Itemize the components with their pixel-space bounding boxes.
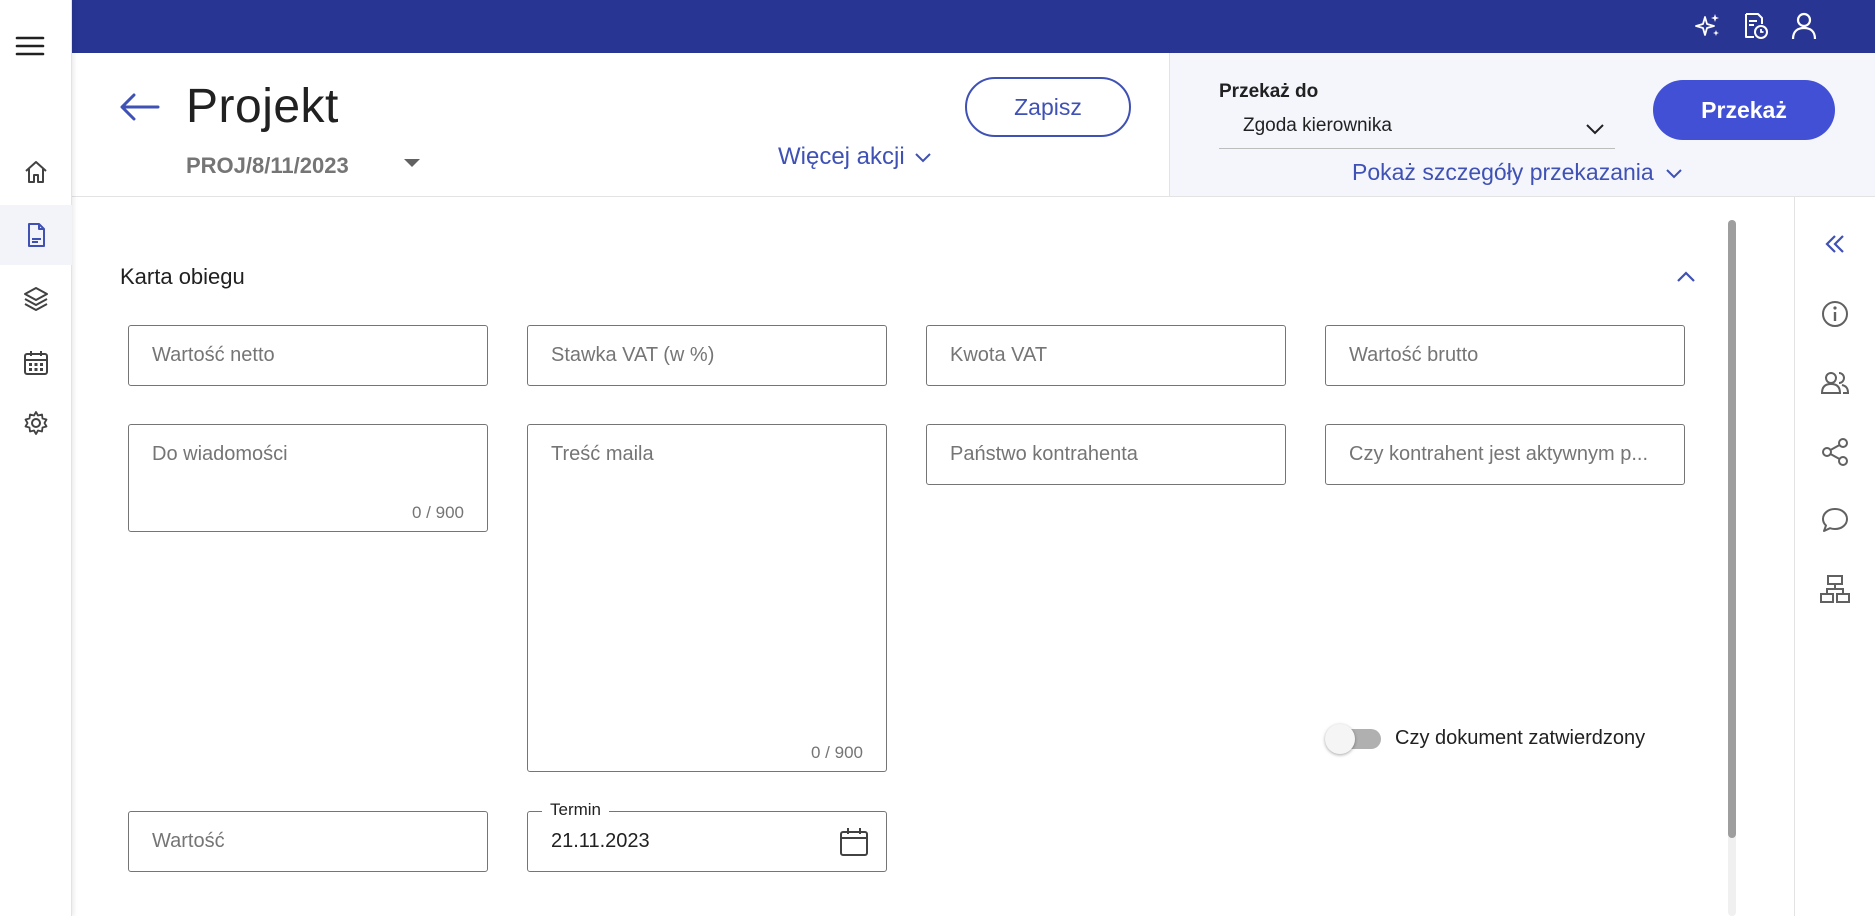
info-icon[interactable] (1815, 294, 1855, 334)
double-chevron-left-icon[interactable] (1815, 224, 1855, 264)
user-icon[interactable] (1786, 8, 1822, 44)
deadline-label: Termin (542, 800, 610, 820)
form-content: Karta obiegu Wartość netto Stawka VAT (w… (72, 197, 1794, 916)
more-actions-button[interactable]: Więcej akcji (778, 143, 933, 171)
nav-item-settings[interactable] (0, 393, 72, 453)
forward-to-value: Zgoda kierownika (1243, 115, 1392, 136)
more-actions-label: Więcej akcji (778, 143, 905, 170)
calendar-icon[interactable] (838, 826, 870, 858)
document-clock-icon[interactable] (1737, 8, 1773, 44)
cc-placeholder: Do wiadomości (152, 443, 288, 465)
value-field[interactable]: Wartość (128, 811, 488, 872)
nav-item-documents[interactable] (0, 205, 72, 265)
vat-rate-field[interactable]: Stawka VAT (w %) (527, 325, 887, 386)
nav-item-layers[interactable] (0, 268, 72, 328)
sitemap-icon[interactable] (1815, 569, 1855, 609)
menu-icon[interactable] (14, 30, 46, 62)
show-forward-details-link[interactable]: Pokaż szczegóły przekazania (1352, 159, 1684, 186)
settings-icon (24, 411, 48, 435)
net-value-placeholder: Wartość netto (152, 344, 275, 366)
document-number: PROJ/8/11/2023 (186, 153, 349, 178)
net-value-field[interactable]: Wartość netto (128, 325, 488, 386)
forward-panel: Przekaż do Zgoda kierownika Przekaż Poka… (1169, 53, 1875, 197)
nav-item-calendar[interactable] (0, 333, 72, 393)
chevron-down-icon (914, 153, 931, 163)
back-arrow-icon[interactable] (116, 87, 164, 127)
left-navigation (0, 0, 72, 916)
scrollbar-thumb[interactable] (1728, 220, 1736, 838)
right-rail (1794, 197, 1875, 916)
share-icon[interactable] (1815, 432, 1855, 472)
sparkle-icon[interactable] (1690, 8, 1726, 44)
forward-to-select[interactable]: Zgoda kierownika (1219, 107, 1615, 149)
chevron-down-icon (1586, 124, 1604, 135)
contractor-country-field[interactable]: Państwo kontrahenta (926, 424, 1286, 485)
nav-item-home[interactable] (0, 142, 72, 202)
section-title: Karta obiegu (120, 264, 245, 289)
caret-down-icon[interactable] (404, 159, 420, 167)
vat-amount-placeholder: Kwota VAT (950, 344, 1048, 366)
approved-toggle[interactable] (1325, 722, 1381, 754)
home-icon (25, 161, 47, 183)
mail-body-textarea[interactable]: Treść maila 0 / 900 (527, 424, 887, 772)
chevron-down-icon (1666, 168, 1682, 178)
gross-value-field[interactable]: Wartość brutto (1325, 325, 1685, 386)
deadline-date-field[interactable]: Termin 21.11.2023 (527, 800, 887, 872)
page-title: Projekt (186, 80, 339, 133)
vat-rate-placeholder: Stawka VAT (w %) (551, 344, 715, 366)
calendar-icon (24, 351, 48, 375)
cc-textarea[interactable]: Do wiadomości 0 / 900 (128, 424, 488, 532)
approved-toggle-label: Czy dokument zatwierdzony (1395, 727, 1646, 749)
forward-button[interactable]: Przekaż (1653, 80, 1835, 140)
vat-amount-field[interactable]: Kwota VAT (926, 325, 1286, 386)
cc-char-counter: 0 / 900 (412, 503, 464, 522)
mail-body-char-counter: 0 / 900 (811, 743, 863, 762)
contractor-active-field[interactable]: Czy kontrahent jest aktywnym p... (1325, 424, 1685, 485)
deadline-value: 21.11.2023 (551, 830, 650, 852)
gross-value-placeholder: Wartość brutto (1349, 344, 1479, 366)
top-bar (72, 0, 1875, 53)
comment-icon[interactable] (1815, 500, 1855, 540)
document-header: Projekt PROJ/8/11/2023 Więcej akcji Zapi… (72, 53, 1169, 197)
people-icon[interactable] (1815, 363, 1855, 403)
chevron-up-icon[interactable] (1672, 263, 1700, 291)
save-button[interactable]: Zapisz (965, 77, 1131, 137)
mail-body-placeholder: Treść maila (551, 443, 654, 465)
document-icon (28, 223, 45, 247)
contractor-active-placeholder: Czy kontrahent jest aktywnym p... (1349, 443, 1649, 465)
toggle-knob (1325, 724, 1355, 754)
show-forward-details-label: Pokaż szczegóły przekazania (1352, 159, 1654, 185)
contractor-country-placeholder: Państwo kontrahenta (950, 443, 1138, 465)
forward-to-label: Przekaż do (1219, 81, 1319, 102)
value-placeholder: Wartość (152, 830, 225, 852)
layers-icon (24, 287, 48, 311)
